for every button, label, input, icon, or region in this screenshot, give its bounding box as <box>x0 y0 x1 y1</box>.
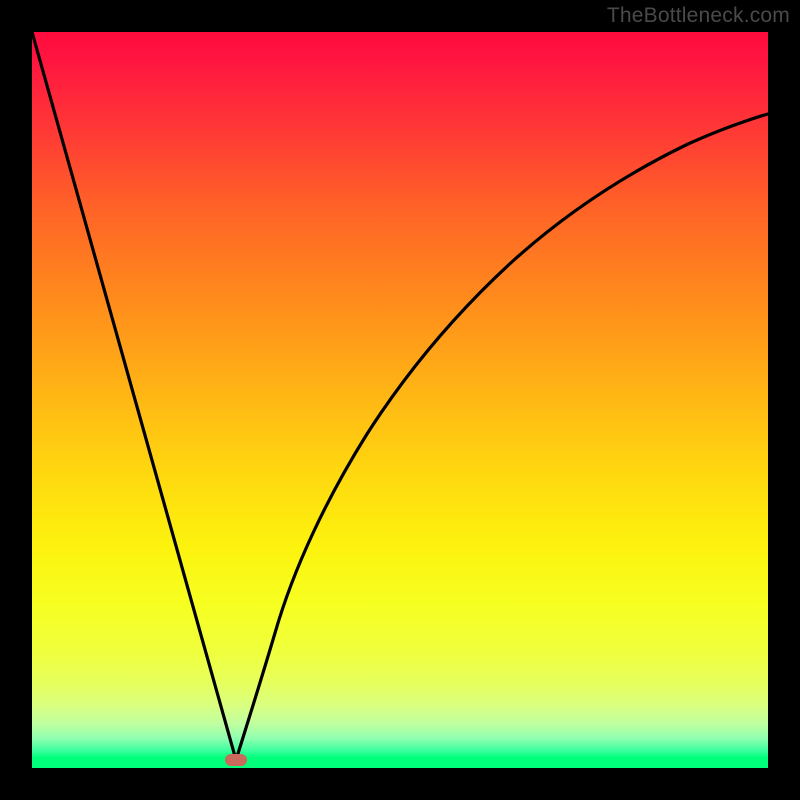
plot-area <box>32 32 768 768</box>
bottleneck-curve <box>32 32 768 768</box>
watermark-text: TheBottleneck.com <box>607 4 790 28</box>
optimal-point-marker <box>225 754 247 766</box>
chart-frame: TheBottleneck.com <box>0 0 800 800</box>
